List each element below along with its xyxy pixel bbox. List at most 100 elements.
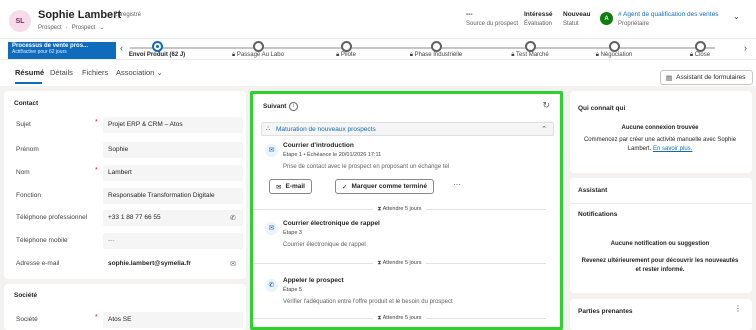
stage-dot-icon (340, 41, 352, 52)
activity-meta: Étape 1 • Échéance le 20/01/2026 17:11 (283, 152, 382, 158)
tab-resume[interactable]: Résumé (15, 68, 44, 77)
divider (570, 203, 752, 204)
stage-negociation[interactable]: 🔒︎ Négociation (569, 39, 659, 59)
record-entity-form: Prospect · Prospect ⌄ (38, 24, 104, 32)
info-icon[interactable]: i (289, 102, 298, 111)
activity-item: ✉ Courrier électronique de rappel Étape … (261, 220, 554, 256)
jobtitle-input[interactable]: Responsable Transformation Digitale (103, 188, 243, 204)
wait-indicator: ⧗ Attendre 5 jours (253, 260, 546, 267)
stage-dot-icon (430, 41, 442, 52)
field-subject: Sujet * Projet ERP & CRM – Atos (4, 116, 246, 136)
process-flyout-button[interactable]: Processus de vente pros... Actif/active … (8, 42, 116, 59)
wait-line (426, 263, 546, 264)
field-jobtitle: Fonction Responsable Transformation Digi… (4, 187, 246, 207)
up-next-panel: Suivant i ↻ ⛬ Maturation de nouveaux pro… (250, 91, 563, 330)
field-business-phone: Téléphone professionnel +33 1 88 77 66 5… (4, 209, 246, 229)
form-selector[interactable]: Prospect (72, 25, 96, 31)
activity-description: Vérifier l'adéquation entre l'offre prod… (283, 299, 453, 305)
activity-title[interactable]: Courrier électronique de rappel (283, 220, 380, 227)
dot-separator: · (65, 24, 68, 31)
required-marker: * (95, 167, 98, 174)
save-status: - Enregistré (110, 12, 142, 18)
refresh-icon[interactable]: ↻ (542, 100, 550, 111)
chevron-right-icon[interactable]: › (744, 43, 747, 53)
stage-dot-icon (252, 41, 264, 52)
send-email-icon[interactable]: ✉ (230, 260, 236, 268)
form-assistant-icon: ▤ (666, 74, 673, 82)
header-field-rating: Intéressé Évaluation (524, 11, 553, 27)
tab-details[interactable]: Détails (50, 68, 73, 77)
stage-pilote[interactable]: 🔒︎ Pilote (301, 39, 391, 59)
owner-avatar: A (600, 12, 613, 25)
header-field-source: --- Source du prospect (466, 11, 519, 27)
record-avatar: SL (9, 10, 31, 32)
subject-input[interactable]: Projet ERP & CRM – Atos (103, 117, 243, 133)
sequence-icon: ⛬ (266, 126, 271, 132)
business-phone-input[interactable]: +33 1 88 77 66 55 (103, 210, 243, 226)
form-tabs: Résumé Détails Fichiers Association ⌄ (0, 60, 756, 86)
active-tab-indicator (15, 82, 42, 84)
lastname-input[interactable]: Lambert (103, 165, 243, 181)
field-mobile-phone: Téléphone mobile --- (4, 232, 246, 252)
business-process-flow: Processus de vente pros... Actif/active … (0, 38, 756, 60)
stage-close[interactable]: 🔒︎ Close (655, 39, 745, 59)
stakeholders-title: Parties prenantes (578, 308, 633, 315)
header-field-status: Nouveau Statut (563, 11, 591, 27)
stage-envoi-produit[interactable]: Envoi Produit (62 J) (112, 39, 202, 58)
notification-hint-end: et rester informé. (635, 267, 685, 273)
stage-dot-icon (524, 41, 536, 52)
firstname-input[interactable]: Sophie (103, 142, 243, 158)
no-notification-title: Aucune notification ou suggestion (610, 241, 710, 247)
company-input[interactable]: Atos SE (103, 312, 243, 328)
chevron-up-icon[interactable]: ⌃ (541, 125, 547, 133)
mobile-phone-input[interactable]: --- (103, 233, 243, 249)
no-connection-text-end: Lambert. (627, 146, 652, 152)
field-company: Société * Atos SE (4, 311, 246, 330)
stage-dot-icon (608, 41, 620, 52)
owner-link[interactable]: # Agent de qualification des ventes (618, 11, 718, 18)
wait-line (253, 263, 373, 264)
wait-indicator: ⧗ Attendre 5 jours (253, 315, 546, 322)
tab-fichiers[interactable]: Fichiers (82, 68, 108, 77)
chevron-down-icon[interactable]: ⌄ (99, 24, 104, 31)
entity-name: Prospect (38, 24, 62, 31)
activity-description: Courrier électronique de rappel (283, 242, 366, 248)
sequence-header[interactable]: ⛬ Maturation de nouveaux prospects ⌃ (261, 122, 554, 136)
more-vertical-icon[interactable]: ⋮ (734, 304, 742, 313)
phone-icon[interactable]: ✆ (230, 214, 236, 222)
activity-title[interactable]: Appeler le prospect (283, 277, 344, 284)
wait-indicator: ⧗ Attendre 5 jours (253, 206, 546, 213)
required-marker: * (95, 119, 98, 126)
wait-line (426, 318, 546, 319)
email-icon: ✉ (265, 222, 278, 235)
mail-icon: ✉ (276, 183, 282, 191)
notification-hint: Revenez ultérieurement pour découvrir le… (581, 258, 739, 264)
email-button[interactable]: ✉ E-mail (269, 179, 312, 194)
required-marker: * (95, 314, 98, 321)
no-connection-text: Commencez par créer une activité manuell… (583, 137, 737, 143)
stage-test-marche[interactable]: 🔒︎ Test Marché (485, 39, 575, 59)
email-icon: ✉ (265, 144, 278, 157)
more-options-icon[interactable]: ··· (453, 180, 461, 189)
stage-passage-au-labo[interactable]: 🔒︎ Passage Au Labo (213, 39, 303, 59)
email-input[interactable]: sophie.lambert@symelia.fr (103, 256, 243, 272)
activity-title[interactable]: Courrier d'introduction (283, 142, 354, 149)
activity-item: ✉ Courrier d'introduction Étape 1 • Éché… (261, 142, 554, 202)
tab-association[interactable]: Association ⌄ (116, 68, 163, 77)
contact-section: Contact Sujet * Projet ERP & CRM – Atos … (4, 91, 246, 279)
record-header: SL Sophie Lambert - Enregistré Prospect … (0, 0, 756, 38)
stakeholders-panel: Parties prenantes ⋮ (570, 299, 752, 330)
up-next-title: Suivant (263, 103, 287, 110)
section-title: Contact (14, 100, 39, 107)
record-title: Sophie Lambert (38, 9, 122, 21)
assistant-title: Assistant (578, 187, 608, 194)
learn-more-link[interactable]: En savoir plus. (653, 146, 692, 152)
form-assistant-button[interactable]: ▤ Assistant de formulaires (660, 70, 753, 85)
activity-meta: Étape 5 (283, 287, 302, 293)
stage-dot-icon (694, 41, 706, 52)
chevron-down-icon: ⌄ (156, 68, 163, 77)
mark-complete-button[interactable]: ✓ Marquer comme terminé (335, 179, 434, 194)
expand-header-chevron-icon[interactable]: ⌄ (733, 12, 740, 21)
stage-phase-industrielle[interactable]: 🔒︎ Phase Industrielle (391, 39, 481, 59)
field-lastname: Nom * Lambert (4, 164, 246, 184)
